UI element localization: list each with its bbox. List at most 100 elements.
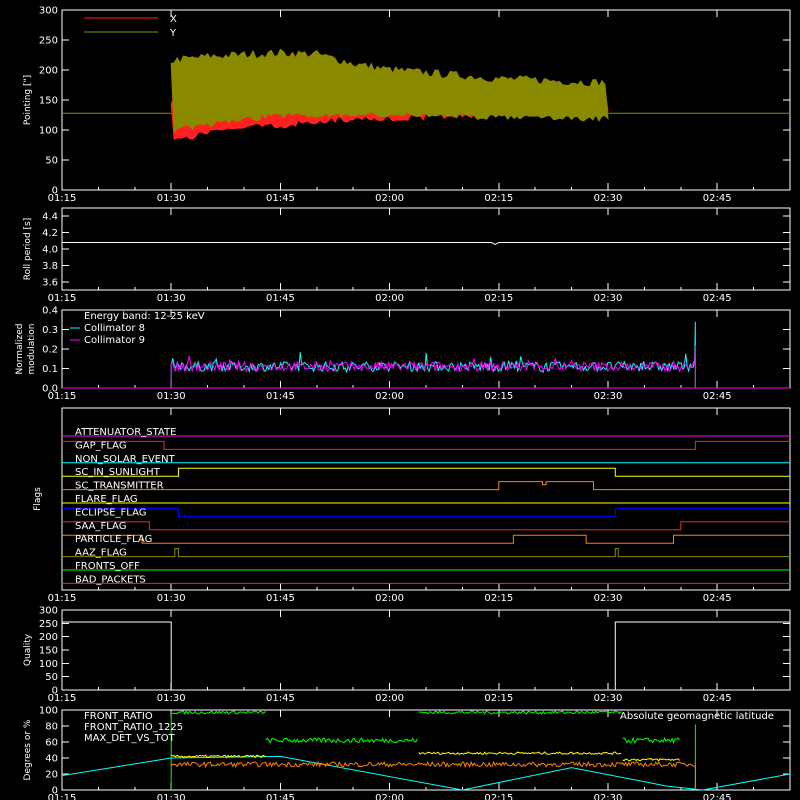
quality-series-line [62,621,790,691]
ratios-ytick-label: 0 [52,786,58,797]
ratios-xtick-label: 01:30 [157,793,186,800]
modulation-legend-label: Collimator 9 [84,335,145,346]
modulation-ytick-label: 0.4 [42,306,58,317]
flag-label-bad_packets: BAD_PACKETS [75,574,146,585]
flag-line-gap_flag [62,440,790,450]
modulation-xtick-label: 01:30 [157,391,186,402]
flag-label-eclipse_flag: ECLIPSE_FLAG [75,507,146,518]
ratios-xtick-label: 02:15 [484,793,513,800]
flag-label-flare_flag: FLARE_FLAG [75,494,138,505]
pointing-legend-label: Y [169,28,177,39]
ratios-ylabel: Degrees or % [23,719,33,780]
quality-ytick-label: 150 [39,646,58,657]
modulation-xtick-label: 02:00 [375,391,404,402]
roll-xtick-label: 01:45 [266,293,295,304]
flag-line-sc_transmitter [62,481,790,491]
flag-line-eclipse_flag [62,507,790,517]
flags-xtick-label: 01:30 [157,593,186,604]
pointing-ylabel: Pointing ["] [23,75,33,125]
roll-xtick-label: 01:30 [157,293,186,304]
quality-ytick-label: 300 [39,606,58,617]
figure-canvas: 01:15 01:30 01:45 02:00 02:15 02:30 02:45 0 50 10… [15,6,791,800]
flags-xtick-label: 01:45 [266,593,295,604]
front-ratio-1225-line [622,736,680,744]
pointing-ytick-label: 100 [39,126,58,137]
modulation-ylabel: Normalized [15,323,25,374]
ratios-ytick-label: 80 [45,722,58,733]
pointing-xtick-label: 02:00 [375,193,404,204]
ratios-xtick-label: 02:30 [594,793,623,800]
modulation-ytick-label: 0.2 [42,345,58,356]
pointing-legend-label: X [170,14,177,25]
modulation-series-0 [170,321,696,388]
roll-ytick-label: 4.2 [42,228,58,239]
flag-label-saa_flag: SAA_FLAG [75,521,126,532]
ratios-legend-label: FRONT_RATIO_1225 [84,722,183,733]
pointing-xtick-label: 01:45 [266,193,295,204]
pointing-ytick-label: 150 [39,96,58,107]
pointing-xtick-label: 01:30 [157,193,186,204]
flag-line-aaz_flag [62,548,790,558]
ratios-xtick-label: 01:45 [266,793,295,800]
roll-frame [61,207,791,291]
quality-ylabel: Quality [23,633,33,666]
pointing-xtick-label: 02:15 [484,193,513,204]
quality-ytick-label: 0 [52,686,58,697]
roll-xtick-label: 02:45 [703,293,732,304]
pointing-xtick-label: 02:30 [594,193,623,204]
flags-xtick-label: 02:30 [594,593,623,604]
ratios-ytick-label: 60 [45,738,58,749]
flags-xtick-label: 02:45 [703,593,732,604]
modulation-ylabel: modulation [27,324,37,375]
pointing-ytick-label: 300 [39,6,58,17]
modulation-xtick-label: 02:45 [703,391,732,402]
ratios-ytick-label: 100 [39,706,58,717]
flag-label-non_solar_event: NON_SOLAR_EVENT [75,454,176,465]
flag-label-fronts_off: FRONTS_OFF [75,561,140,572]
flag-label-attenuator_state: ATTENUATOR_STATE [75,427,176,438]
roll-ytick-label: 3.6 [42,277,58,288]
flags-xtick-label: 02:15 [484,593,513,604]
quality-xtick-label: 02:30 [594,693,623,704]
front-ratio-1225-line [171,710,267,715]
modulation-ytick-label: 0.1 [42,364,58,375]
modulation-ytick-label: 0.0 [42,384,58,395]
modulation-xtick-label: 02:15 [484,391,513,402]
quality-ytick-label: 50 [45,672,58,683]
ratios-ytick-label: 40 [45,754,58,765]
flag-line-particle_flag [62,534,790,544]
flag-label-particle_flag: PARTICLE_FLAG [75,534,152,545]
flags-ylabel: Flags [33,487,43,511]
quality-xtick-label: 01:30 [157,693,186,704]
roll-ytick-label: 4.0 [42,245,58,256]
flag-line-sc_in_sunlight [62,467,790,477]
pointing-ytick-label: 200 [39,66,58,77]
pointing-series-Y [170,48,609,133]
front-ratio-1225-line [265,737,418,744]
ratios-legend-label: MAX_DET_VS_TOT [84,733,176,744]
roll-ytick-label: 3.8 [42,261,58,272]
roll-xtick-label: 02:15 [484,293,513,304]
ratios-xtick-label: 02:45 [703,793,732,800]
quality-ytick-label: 250 [39,619,58,630]
roll-ytick-label: 4.4 [42,212,58,223]
modulation-xtick-label: 02:30 [594,391,623,402]
flag-label-sc_in_sunlight: SC_IN_SUNLIGHT [75,467,161,478]
pointing-ytick-label: 250 [39,36,58,47]
ratios-legend-label: Absolute geomagnetic latitude [620,711,774,722]
quality-xtick-label: 01:45 [266,693,295,704]
flag-label-gap_flag: GAP_FLAG [75,440,127,451]
quality-xtick-label: 02:15 [484,693,513,704]
flag-line-saa_flag [62,521,790,531]
roll-series-line [62,241,790,246]
modulation-annotation: Energy band: 12-25 keV [84,311,205,322]
front-ratio-line [418,751,622,756]
roll-xtick-label: 01:15 [48,293,77,304]
roll-xtick-label: 02:30 [594,293,623,304]
ratios-xtick-label: 02:00 [375,793,404,800]
quality-xtick-label: 02:00 [375,693,404,704]
flag-label-sc_transmitter: SC_TRANSMITTER [75,481,164,492]
modulation-legend-label: Collimator 8 [84,323,145,334]
pointing-ytick-label: 50 [45,156,58,167]
flag-label-aaz_flag: AAZ_FLAG [75,548,127,559]
